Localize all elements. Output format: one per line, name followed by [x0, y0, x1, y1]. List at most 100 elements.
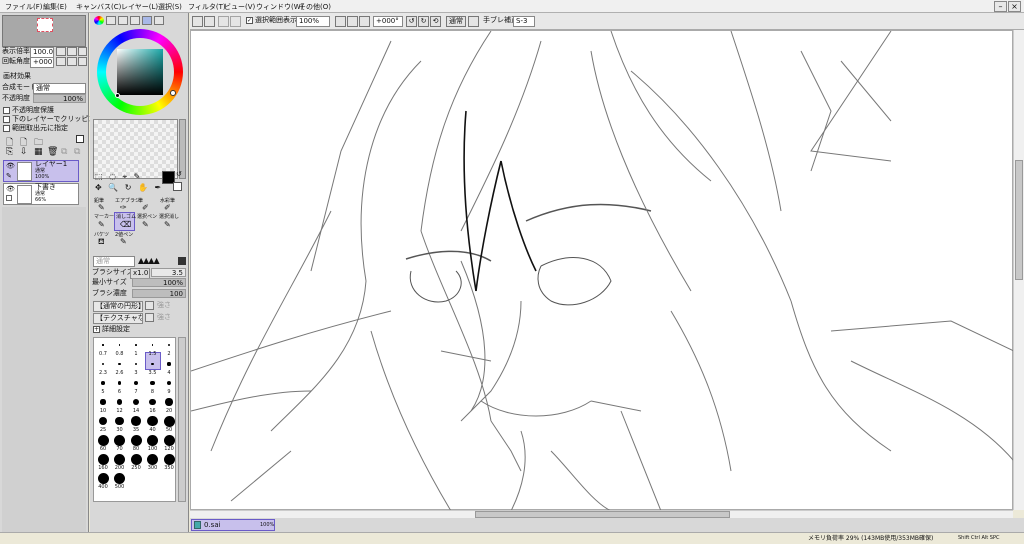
- size-preset-dot[interactable]: [118, 344, 121, 346]
- swap-colors-icon[interactable]: ↺: [176, 170, 182, 178]
- size-preset-dot[interactable]: [130, 434, 142, 446]
- size-preset-dot[interactable]: [131, 416, 141, 426]
- size-preset-dot[interactable]: [163, 415, 175, 427]
- size-preset-dot[interactable]: [147, 434, 158, 446]
- horizontal-scrollbar[interactable]: [190, 510, 1013, 518]
- size-preset-dot[interactable]: [114, 453, 125, 465]
- bucket-icon[interactable]: ⛾: [98, 237, 105, 247]
- selection-tools-row[interactable]: ⬚ ◌ ⌖ ✎: [95, 172, 142, 182]
- swatch-tab-icon[interactable]: [142, 16, 152, 25]
- size-preset-dot[interactable]: [135, 344, 137, 346]
- stabilizer-select[interactable]: S-3: [513, 16, 535, 27]
- canvas-tab[interactable]: 0.sai 100%: [191, 519, 275, 531]
- undo-button[interactable]: [218, 16, 229, 27]
- flip-view-button[interactable]: [468, 16, 479, 27]
- delete-layer-icon[interactable]: 🗑: [47, 147, 58, 157]
- zoom-out-button[interactable]: [56, 47, 66, 56]
- size-preset-dot[interactable]: [115, 416, 124, 426]
- secondary-color-swatch[interactable]: [173, 182, 182, 191]
- rotate-field[interactable]: +000°: [30, 57, 54, 68]
- protect-opacity-checkbox[interactable]: [3, 107, 10, 114]
- zoom-reset-button[interactable]: [78, 47, 87, 56]
- tool-airbrush[interactable]: エアブラシ: [115, 197, 140, 206]
- select-eraser-icon[interactable]: ✎: [164, 220, 171, 229]
- vertical-scrollbar[interactable]: [1013, 30, 1024, 510]
- size-preset-dot[interactable]: [101, 381, 105, 385]
- size-preset-dot[interactable]: [165, 398, 173, 406]
- selection-display-checkbox[interactable]: ✓: [246, 17, 253, 24]
- canvas[interactable]: [190, 30, 1014, 511]
- size-preset-dot[interactable]: [100, 399, 106, 405]
- sv-picker-handle[interactable]: [115, 93, 120, 98]
- brush-icon[interactable]: ✐: [142, 203, 149, 212]
- toolbar-zoom-reset[interactable]: [359, 16, 370, 27]
- brush-edge-presets[interactable]: ▲▲▲▲: [138, 256, 160, 265]
- layer-row[interactable]: 👁 下書き 通常 66%: [3, 183, 79, 205]
- layer-mask-icon[interactable]: [76, 135, 84, 143]
- rotate-reset-button[interactable]: [78, 57, 87, 66]
- menu-file[interactable]: ファイル(F): [5, 2, 43, 12]
- navigator-preview[interactable]: [2, 15, 86, 47]
- size-preset-dot[interactable]: [97, 434, 109, 446]
- close-icon[interactable]: ×: [1008, 1, 1021, 12]
- detail-settings-label[interactable]: 詳細設定: [102, 325, 130, 334]
- size-preset-dot[interactable]: [114, 434, 125, 446]
- min-size-slider[interactable]: 100%: [132, 278, 186, 287]
- size-preset-dot[interactable]: [99, 417, 107, 425]
- blend-mode-select[interactable]: 通常: [33, 83, 86, 94]
- copy-layer-icon[interactable]: ⎘: [6, 147, 13, 157]
- clipping-checkbox[interactable]: [3, 116, 10, 123]
- horizontal-scroll-thumb[interactable]: [475, 511, 730, 518]
- watercolor-icon[interactable]: ✐: [164, 203, 171, 212]
- clear-layer-icon[interactable]: ▦: [34, 147, 43, 157]
- rotate-right-toolbar-icon[interactable]: ↻: [418, 16, 429, 27]
- toolbar-zoom-out[interactable]: [335, 16, 346, 27]
- size-preset-dot[interactable]: [163, 453, 175, 465]
- layer-row-active[interactable]: 👁 ✎ レイヤー1 通常 100%: [3, 160, 79, 182]
- menu-other[interactable]: その他(O): [299, 2, 331, 12]
- brush-blend-select[interactable]: 通常: [93, 256, 135, 267]
- size-preset-dot[interactable]: [167, 362, 171, 366]
- pencil-icon[interactable]: ✎: [98, 203, 105, 212]
- airbrush-icon[interactable]: ✑: [120, 203, 127, 212]
- size-preset-dot[interactable]: [102, 344, 104, 346]
- brush-texture-select[interactable]: 【テクスチャなし】: [93, 313, 143, 324]
- select-pen-icon[interactable]: ✎: [142, 220, 149, 229]
- size-preset-dot[interactable]: [97, 472, 109, 484]
- scratchpad-tab-icon[interactable]: [154, 16, 164, 25]
- brush-shape-select[interactable]: 【通常の円形】: [93, 301, 143, 312]
- color-swatches[interactable]: [93, 119, 178, 179]
- rotate-left-toolbar-icon[interactable]: ↺: [406, 16, 417, 27]
- toolbar-zoom-in[interactable]: [347, 16, 358, 27]
- select-all-button[interactable]: [192, 16, 203, 27]
- eraser-icon[interactable]: ⌫: [120, 220, 131, 229]
- merge-visible-icon[interactable]: ⧉: [61, 147, 67, 157]
- hue-picker-handle[interactable]: [170, 90, 176, 96]
- redo-button[interactable]: [230, 16, 241, 27]
- marker-icon[interactable]: ✎: [98, 220, 105, 229]
- size-preset-dot[interactable]: [114, 472, 125, 484]
- deselect-button[interactable]: [204, 16, 215, 27]
- size-presets-scrollbar[interactable]: [178, 337, 186, 502]
- menu-canvas[interactable]: キャンバス(C): [76, 2, 121, 12]
- menu-select[interactable]: 選択(S): [158, 2, 182, 12]
- merge-down-icon[interactable]: ⇩: [20, 147, 28, 157]
- size-preset-dot[interactable]: [147, 415, 158, 427]
- brush-shape-dropdown[interactable]: [145, 301, 154, 310]
- navigator-viewport[interactable]: [37, 18, 53, 32]
- menu-view[interactable]: ビュー(V): [224, 2, 255, 12]
- mixer-tab-icon[interactable]: [130, 16, 140, 25]
- saturation-value-square[interactable]: [117, 49, 163, 95]
- visibility-eye-icon[interactable]: 👁: [6, 185, 15, 193]
- size-preset-dot[interactable]: [116, 399, 123, 405]
- vertical-scroll-thumb[interactable]: [1015, 160, 1023, 280]
- size-preset-dot[interactable]: [149, 398, 156, 406]
- menu-window[interactable]: ウィンドウ(W): [256, 2, 303, 12]
- brush-texture-dropdown[interactable]: [145, 313, 154, 322]
- zoom-in-button[interactable]: [67, 47, 77, 56]
- navigation-tools-row[interactable]: ✥ 🔍 ↻ ✋ ✒: [95, 183, 163, 192]
- menu-filter[interactable]: フィルタ(T): [188, 2, 226, 12]
- size-preset-dot[interactable]: [150, 380, 155, 386]
- brush-size-slider[interactable]: 3.5: [151, 268, 186, 277]
- size-preset-dot[interactable]: [163, 434, 175, 446]
